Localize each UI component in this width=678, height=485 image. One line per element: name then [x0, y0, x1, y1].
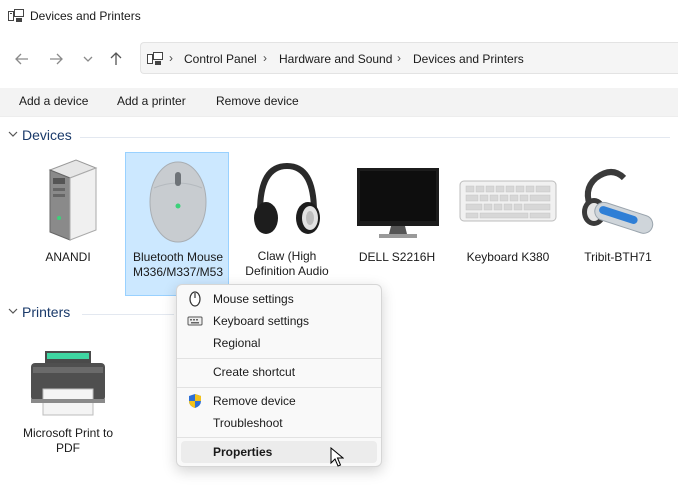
printer-icon — [16, 334, 120, 430]
device-keyboard-k380[interactable]: Keyboard K380 — [456, 152, 560, 272]
devices-group-header[interactable]: Devices — [0, 126, 678, 146]
printers-group-title: Printers — [22, 304, 71, 320]
device-tribit-headset[interactable]: Tribit-BTH71 — [566, 152, 670, 272]
device-label: Keyboard K380 — [466, 250, 550, 264]
device-claw-headphones[interactable]: Claw (High Definition Audio — [235, 152, 339, 296]
menu-item-troubleshoot[interactable]: Troubleshoot — [181, 412, 377, 434]
device-bluetooth-mouse[interactable]: Bluetooth Mouse M336/M337/M53 — [125, 152, 229, 296]
arrow-right-icon — [50, 53, 63, 65]
menu-item-properties[interactable]: Properties — [181, 441, 377, 463]
menu-item-label: Mouse settings — [213, 292, 294, 306]
menu-separator — [177, 437, 381, 438]
keyboard-icon — [187, 313, 203, 329]
menu-item-mouse-settings[interactable]: Mouse settings — [181, 288, 377, 310]
window-title: Devices and Printers — [30, 9, 141, 23]
breadcrumb-separator-icon: › — [263, 51, 267, 65]
menu-item-create-shortcut[interactable]: Create shortcut — [181, 361, 377, 383]
device-dell-monitor[interactable]: DELL S2216H — [345, 152, 449, 272]
device-anandi[interactable]: ANANDI — [16, 152, 120, 272]
device-label: Bluetooth Mouse M336/M337/M53 — [132, 250, 224, 279]
arrow-up-icon — [110, 52, 122, 65]
devices-and-printers-icon — [8, 9, 24, 26]
group-divider — [82, 314, 174, 315]
add-printer-button[interactable]: Add a printer — [117, 94, 186, 108]
shield-icon — [187, 393, 203, 409]
menu-item-label: Remove device — [213, 394, 296, 408]
menu-item-regional[interactable]: Regional — [181, 332, 377, 354]
breadcrumb-control-panel[interactable]: Control Panel — [184, 52, 257, 66]
device-label: Tribit-BTH71 — [584, 250, 652, 264]
menu-separator — [177, 387, 381, 388]
mouse-cursor-icon — [330, 446, 345, 470]
keyboard-icon — [456, 152, 560, 248]
device-label: ANANDI — [45, 250, 91, 264]
chevron-down-icon — [8, 128, 18, 142]
bluetooth-headset-icon — [566, 152, 670, 248]
menu-item-label: Create shortcut — [213, 365, 296, 379]
printer-label: Microsoft Print to PDF — [22, 426, 114, 455]
menu-item-keyboard-settings[interactable]: Keyboard settings — [181, 310, 377, 332]
menu-item-label: Keyboard settings — [213, 314, 310, 328]
group-divider — [80, 137, 670, 138]
menu-item-remove-device[interactable]: Remove device — [181, 390, 377, 412]
context-menu: Mouse settings Keyboard settings Regiona… — [176, 284, 382, 467]
chevron-down-icon — [83, 56, 93, 62]
command-bar: Add a device Add a printer Remove device — [0, 88, 678, 117]
remove-device-button[interactable]: Remove device — [216, 94, 299, 108]
recent-locations-button[interactable] — [78, 50, 98, 68]
arrow-left-icon — [15, 53, 28, 65]
add-device-button[interactable]: Add a device — [19, 94, 88, 108]
title-bar: Devices and Printers — [0, 0, 678, 32]
monitor-icon — [345, 152, 449, 248]
navigation-bar: › Control Panel › Hardware and Sound › D… — [0, 38, 678, 80]
menu-item-label: Properties — [213, 445, 273, 459]
forward-button[interactable] — [46, 50, 66, 68]
back-button[interactable] — [12, 50, 32, 68]
mouse-icon — [187, 291, 203, 307]
address-bar[interactable]: › Control Panel › Hardware and Sound › D… — [140, 42, 678, 74]
breadcrumb-devices-and-printers[interactable]: Devices and Printers — [413, 52, 524, 66]
menu-item-label: Troubleshoot — [213, 416, 283, 430]
printer-microsoft-print-to-pdf[interactable]: Microsoft Print to PDF — [16, 334, 120, 464]
breadcrumb-separator-icon: › — [169, 51, 173, 65]
headphones-icon — [235, 152, 339, 248]
breadcrumb-separator-icon: › — [397, 51, 401, 65]
control-panel-icon — [147, 52, 163, 69]
devices-group-title: Devices — [22, 127, 72, 143]
device-label: DELL S2216H — [358, 250, 436, 264]
mouse-icon — [126, 153, 228, 249]
menu-item-label: Regional — [213, 336, 261, 350]
up-button[interactable] — [106, 50, 126, 68]
menu-separator — [177, 358, 381, 359]
computer-tower-icon — [16, 152, 120, 248]
device-label: Claw (High Definition Audio — [245, 249, 329, 278]
chevron-down-icon — [8, 305, 18, 319]
breadcrumb-hardware-and-sound[interactable]: Hardware and Sound — [279, 52, 392, 66]
